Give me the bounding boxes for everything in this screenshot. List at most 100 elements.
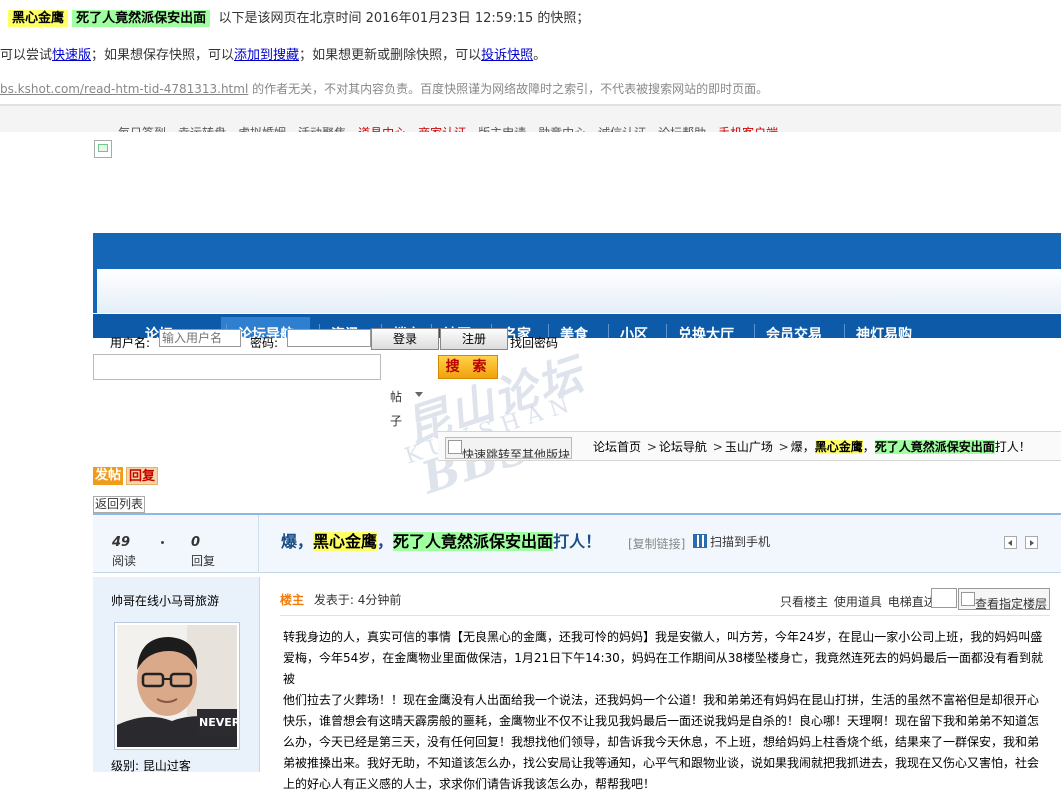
view-floor-button[interactable]: 查看指定楼层 xyxy=(958,588,1050,610)
next-thread-button[interactable] xyxy=(1025,536,1038,549)
top-nav-item[interactable]: 虚拟婚姻 xyxy=(238,124,286,132)
new-post-button[interactable]: 发帖 xyxy=(93,467,124,485)
forgot-password-link[interactable]: 找回密码 xyxy=(510,334,558,351)
back-to-list-button[interactable]: 返回列表 xyxy=(93,496,146,513)
forum-jump-select[interactable]: 快速跳转至其他版块 xyxy=(445,437,572,459)
top-nav-item[interactable]: 手机客户端 xyxy=(718,124,778,132)
top-nav-item[interactable]: 诚信认证 xyxy=(598,124,646,132)
breadcrumb-home[interactable]: 论坛首页 xyxy=(593,440,641,454)
main-nav-item[interactable]: 兑换大厅 xyxy=(678,324,734,338)
username-label: 用户名: xyxy=(110,336,151,350)
only-host-link[interactable]: 只看楼主 xyxy=(780,595,828,609)
fast-version-link[interactable]: 快速版 xyxy=(52,48,91,63)
add-favorite-link[interactable]: 添加到搜藏 xyxy=(234,48,299,63)
reply-button[interactable]: 回复 xyxy=(126,467,159,485)
title-comma: ， xyxy=(377,532,394,551)
title-highlight-2: 死了人竟然派保安出面 xyxy=(393,532,554,551)
prev-thread-button[interactable] xyxy=(1004,536,1017,549)
post-text-line: 转我身边的人，真实可信的事情【无良黑心的金鹰，还我可怜的妈妈】我是安徽人，叫方芳… xyxy=(283,630,1043,644)
register-button[interactable]: 注册 xyxy=(440,328,508,350)
snapshot-options: 可以尝试快速版；如果想保存快照，可以添加到搜藏；如果想更新或删除快照，可以投诉快… xyxy=(0,44,546,63)
breadcrumb-separator-icon: > xyxy=(646,440,657,454)
copy-link-button[interactable]: [复制链接] xyxy=(628,535,685,552)
post-text-line: 他们拉去了火葬场！！现在金鹰没有人出面给我一个说法，还我妈妈一个公道！我和弟弟还… xyxy=(283,693,1040,707)
nav-separator xyxy=(754,324,755,338)
post-text-line: 么办，今天已经是第三天，没有任何回复！我想找他们领导，却告诉我今天休息，不上班，… xyxy=(283,735,1040,749)
complain-link[interactable]: 投诉快照 xyxy=(481,48,533,63)
username-input[interactable] xyxy=(159,329,241,347)
avatar-image: NEVER xyxy=(117,625,237,747)
breadcrumb-highlight-1: 黑心金鹰 xyxy=(814,440,863,454)
banner xyxy=(93,233,1061,269)
options-text: 。 xyxy=(533,48,547,63)
view-floor-label: 查看指定楼层 xyxy=(975,597,1048,610)
broken-image-icon xyxy=(94,140,112,158)
post-content: 转我身边的人，真实可信的事情【无良黑心的金鹰，还我可怜的妈妈】我是安徽人，叫方芳… xyxy=(283,627,1053,795)
snapshot-info: 黑心金鹰 死了人竟然派保安出面 以下是该网页在北京时间 2016年01月23日 … xyxy=(8,7,589,27)
breadcrumb-comma: ， xyxy=(862,440,875,454)
top-nav-item[interactable]: 幸运转盘 xyxy=(178,124,226,132)
top-nav-list: 每日签到 幸运转盘 虚拟婚姻 活动聚焦 道具中心 商家认证 版主申请 勋章中心 诚信认证 论坛帮助… xyxy=(118,124,790,132)
breadcrumb-nav[interactable]: 论坛导航 xyxy=(659,440,707,454)
replies-label: 回复 xyxy=(191,554,216,568)
main-nav-item[interactable]: 美食 xyxy=(560,324,588,338)
top-nav-item[interactable]: 商家认证 xyxy=(418,124,466,132)
use-tool-link[interactable]: 使用道具 xyxy=(834,595,882,609)
thread-title: 爆，黑心金鹰，死了人竟然派保安出面打人！ xyxy=(281,528,601,552)
password-input[interactable] xyxy=(287,329,371,347)
title-highlight-1: 黑心金鹰 xyxy=(313,532,378,551)
post-tools: 只看楼主 使用道具 电梯直达 xyxy=(780,593,938,610)
scan-to-phone-button[interactable]: 扫描到手机 xyxy=(693,533,770,550)
user-level: 级别: 昆山过客 xyxy=(111,757,191,774)
divider xyxy=(280,615,1050,616)
post-text-line: 弟被推搡出来。我好无助，不知道该怎么办，找公安局让我等通知，心平气和跟物业谈，说… xyxy=(283,756,1040,770)
search-type-label: 子 xyxy=(390,414,403,428)
broken-image-icon xyxy=(961,592,975,606)
options-text: ；如果想保存快照，可以 xyxy=(91,48,235,63)
replies-stat: 0 回复 xyxy=(191,535,215,569)
avatar-text: NEVER xyxy=(199,716,237,729)
post-text-line: 爱梅，今年54岁，在金鹰物业里面做保洁，1月21日下午14:30，妈妈在工作期间… xyxy=(283,651,1044,686)
search-button[interactable]: 搜 索 xyxy=(438,355,498,379)
level-value: 昆山过客 xyxy=(142,759,191,773)
title-suffix: 打人！ xyxy=(553,532,602,551)
qr-code-icon xyxy=(693,534,707,548)
search-input[interactable] xyxy=(93,354,381,380)
elevator-label: 电梯直达 xyxy=(887,595,936,609)
breadcrumb-thread-prefix: 爆， xyxy=(790,440,815,454)
banner-gradient xyxy=(93,269,1061,313)
keyword-highlight-2: 死了人竟然派保安出面 xyxy=(72,10,211,27)
main-nav-item[interactable]: 小区 xyxy=(620,324,648,338)
chevron-down-icon xyxy=(415,392,423,397)
replies-count: 0 xyxy=(191,535,201,550)
divider xyxy=(258,515,259,573)
breadcrumb-forum[interactable]: 玉山广场 xyxy=(725,440,773,454)
top-nav: 每日签到 幸运转盘 虚拟婚姻 活动聚焦 道具中心 商家认证 版主申请 勋章中心 诚信认证 论坛帮助… xyxy=(0,106,1061,132)
main-nav-item[interactable]: 神灯易购 xyxy=(856,324,912,338)
top-nav-item[interactable]: 道具中心 xyxy=(358,124,406,132)
options-text: 可以尝试 xyxy=(0,48,53,63)
nav-separator xyxy=(844,324,845,338)
main-nav-item[interactable]: 会员交易 xyxy=(766,324,822,338)
floor-number-input[interactable] xyxy=(931,588,957,608)
views-label: 阅读 xyxy=(112,554,137,568)
top-nav-item[interactable]: 每日签到 xyxy=(118,124,166,132)
views-stat: 49 阅读 xyxy=(112,535,136,569)
top-nav-item[interactable]: 版主申请 xyxy=(478,124,526,132)
breadcrumb-separator-icon: > xyxy=(778,440,789,454)
stat-dot xyxy=(161,541,164,544)
top-nav-item[interactable]: 勋章中心 xyxy=(538,124,586,132)
snapshot-disclaimer: bs.kshot.com/read-htm-tid-4781313.html 的… xyxy=(0,80,768,97)
options-text: ；如果想更新或删除快照，可以 xyxy=(299,48,482,63)
top-nav-item[interactable]: 活动聚焦 xyxy=(298,124,346,132)
avatar[interactable]: NEVER xyxy=(114,622,240,750)
search-type-label: 帖 xyxy=(390,390,403,404)
top-nav-item[interactable]: 论坛帮助 xyxy=(658,124,706,132)
forum-jump-label: 快速跳转至其他版块 xyxy=(462,448,571,459)
username[interactable]: 帅哥在线小马哥旅游 xyxy=(111,592,219,609)
breadcrumb-thread-suffix: 打人！ xyxy=(994,440,1031,454)
login-button[interactable]: 登录 xyxy=(371,328,439,350)
source-url-link[interactable]: bs.kshot.com/read-htm-tid-4781313.html xyxy=(0,82,248,96)
breadcrumb: 论坛首页 > 论坛导航 > 玉山广场 > 爆，黑心金鹰，死了人竟然派保安出面打人！ xyxy=(593,438,1031,455)
post-body: 楼主 发表于: 4分钟前 只看楼主 使用道具 电梯直达 查看指定楼层 转我身边的… xyxy=(260,577,1061,791)
